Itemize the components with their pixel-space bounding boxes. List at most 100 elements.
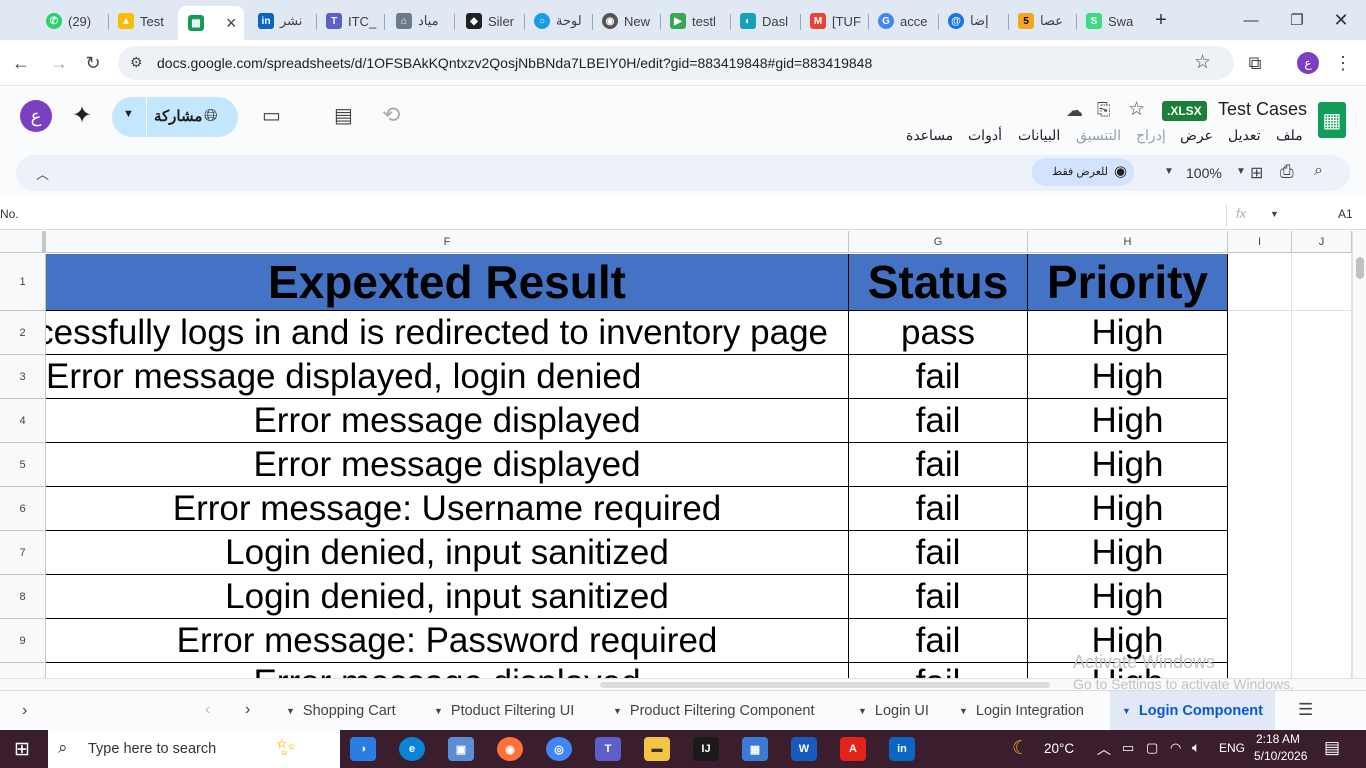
menu-tools[interactable]: أدوات [968, 127, 1002, 144]
back-icon[interactable]: ← [8, 50, 34, 76]
table-cell-expected[interactable]: Error message displayed, login denied [46, 355, 849, 399]
language-indicator[interactable]: ENG [1219, 741, 1245, 755]
wifi-icon[interactable]: ◠ [1170, 740, 1181, 756]
row-header[interactable]: 6 [0, 487, 46, 531]
copilot-icon[interactable]: ◑ [350, 737, 376, 761]
column-header-f[interactable]: F [46, 231, 849, 253]
clock-date[interactable]: 5/10/2026 [1254, 749, 1307, 763]
chevron-down-icon[interactable]: ▼ [1164, 166, 1174, 177]
gemini-icon[interactable]: ✦ [72, 101, 92, 130]
browser-tab[interactable]: 5 عصا [1018, 8, 1074, 34]
chrome-icon[interactable]: ◎ [546, 737, 572, 761]
url-text[interactable]: docs.google.com/spreadsheets/d/1OFSBAkKQ… [157, 55, 872, 71]
browser-tab[interactable]: in نشر [258, 8, 310, 34]
table-cell-priority[interactable]: High [1028, 575, 1228, 619]
move-icon[interactable]: ⎘ [1097, 100, 1111, 120]
menu-data[interactable]: البيانات [1018, 127, 1060, 144]
browser-tab[interactable]: ○ لوحة [534, 8, 588, 34]
select-all-corner[interactable] [0, 231, 46, 253]
new-tab-button[interactable]: + [1146, 8, 1176, 32]
column-header-j[interactable]: J [1292, 231, 1352, 253]
column-header-h[interactable]: H [1028, 231, 1228, 253]
table-cell-expected[interactable]: Successfully logs in and is redirected t… [46, 311, 849, 355]
reload-icon[interactable]: ↻ [80, 50, 106, 76]
row-header[interactable]: 4 [0, 399, 46, 443]
table-cell-expected[interactable]: Error message: Password required [46, 619, 849, 663]
acrobat-icon[interactable]: A [840, 737, 866, 761]
table-cell-expected[interactable]: Login denied, input sanitized [46, 575, 849, 619]
header-cell-expected[interactable]: Expexted Result [46, 254, 849, 311]
account-avatar[interactable]: ع [20, 100, 52, 132]
omnibox[interactable]: ⚙ docs.google.com/spreadsheets/d/1OFSBAk… [118, 46, 1234, 80]
image-viewer-icon[interactable]: ▣ [448, 737, 474, 761]
word-icon[interactable]: W [791, 737, 817, 761]
forward-icon[interactable]: → [46, 50, 72, 76]
header-cell-status[interactable]: Status [849, 254, 1028, 311]
menu-insert[interactable]: إدراج [1136, 127, 1166, 144]
browser-tab-active[interactable]: ▦ × [178, 6, 244, 40]
table-cell-priority[interactable]: High [1028, 399, 1228, 443]
spreadsheet-grid[interactable]: F G H I J 1 2 3 4 5 6 7 8 9 Expexted Res… [0, 231, 1366, 678]
browser-tab[interactable]: ▶ testl [670, 8, 726, 34]
row-header[interactable] [0, 663, 46, 678]
edge-icon[interactable]: e [399, 737, 425, 761]
menu-format[interactable]: التنسيق [1076, 127, 1121, 144]
chevron-down-icon[interactable]: ▼ [1270, 209, 1279, 219]
browser-tab[interactable]: ◆ Siler [466, 8, 520, 34]
sheet-tab-login-integration[interactable]: ▼ Login Integration [959, 691, 1084, 731]
expand-sidebar-icon[interactable]: › [22, 702, 27, 720]
star-icon[interactable]: ☆ [1128, 98, 1145, 121]
sheet-tab-login-ui[interactable]: ▼ Login UI [858, 691, 929, 731]
history-icon[interactable]: ⟲ [382, 102, 400, 128]
table-cell-priority[interactable]: High [1028, 531, 1228, 575]
linkedin-icon[interactable]: in [889, 737, 915, 761]
scroll-tabs-left-icon[interactable]: ‹ [205, 701, 210, 719]
all-sheets-icon[interactable]: ☰ [1298, 700, 1313, 720]
extensions-icon[interactable]: ⧉ [1242, 50, 1268, 76]
table-cell-expected[interactable]: Error message displayed [46, 443, 849, 487]
browser-menu-icon[interactable]: ⋮ [1330, 50, 1356, 76]
meet-icon[interactable]: ▭ [262, 103, 281, 128]
view-only-chip[interactable]: للعرض فقط ◉ [1032, 158, 1134, 186]
weather-icon[interactable]: ☾ [1012, 737, 1029, 760]
bookmark-star-icon[interactable]: ☆ [1194, 51, 1211, 74]
table-cell-expected[interactable]: Error message displayed [46, 399, 849, 443]
firefox-icon[interactable]: ◉ [497, 737, 523, 761]
sheet-tab-product-filtering-component[interactable]: ▼ Product Filtering Component [613, 691, 815, 731]
share-button[interactable]: ▼ مشاركة 🌐︎ [112, 97, 238, 137]
clock-time[interactable]: 2:18 AM [1256, 732, 1300, 746]
table-cell-status[interactable]: fail [849, 531, 1028, 575]
row-header[interactable]: 7 [0, 531, 46, 575]
sheets-logo-icon[interactable]: ▦ [1318, 102, 1346, 138]
table-cell-priority[interactable]: High [1028, 487, 1228, 531]
scrollbar-thumb[interactable] [600, 682, 1050, 688]
tray-chevron-icon[interactable]: ︿ [1097, 739, 1111, 759]
comments-icon[interactable]: ▤ [334, 103, 353, 128]
table-cell-status[interactable]: fail [849, 443, 1028, 487]
table-cell-status[interactable]: fail [849, 575, 1028, 619]
scroll-tabs-right-icon[interactable]: › [245, 701, 250, 719]
menu-help[interactable]: مساعدة [906, 127, 953, 144]
header-cell-priority[interactable]: Priority [1028, 254, 1228, 311]
sheet-tab-shopping-cart[interactable]: ▼ Shopping Cart [286, 691, 396, 731]
browser-tab[interactable]: ▲ Test [118, 8, 172, 34]
taskbar-search-box[interactable]: ⌕ Type here to search ✨︎ [48, 730, 340, 768]
table-cell-status[interactable]: fail [849, 355, 1028, 399]
row-header[interactable]: 2 [0, 311, 46, 355]
file-explorer-icon[interactable]: ▬ [644, 737, 670, 761]
chevron-down-icon[interactable]: ▼ [1236, 166, 1246, 177]
vertical-scrollbar[interactable] [1352, 231, 1366, 678]
scrollbar-thumb[interactable] [1356, 257, 1364, 279]
table-cell-status[interactable]: pass [849, 311, 1028, 355]
table-cell-status[interactable]: fail [849, 399, 1028, 443]
collapse-toolbar-icon[interactable]: ︿ [36, 164, 49, 183]
row-header[interactable]: 9 [0, 619, 46, 663]
app-icon[interactable]: ▦ [742, 737, 768, 761]
menu-file[interactable]: ملف [1276, 127, 1303, 144]
browser-tab[interactable]: ◉ New [602, 8, 658, 34]
column-header-i[interactable]: I [1228, 231, 1292, 253]
table-cell-priority[interactable]: High [1028, 355, 1228, 399]
table-cell-status[interactable]: fail [849, 663, 1028, 678]
column-header-g[interactable]: G [849, 231, 1028, 253]
volume-icon[interactable]: 🔈︎ [1192, 739, 1200, 756]
